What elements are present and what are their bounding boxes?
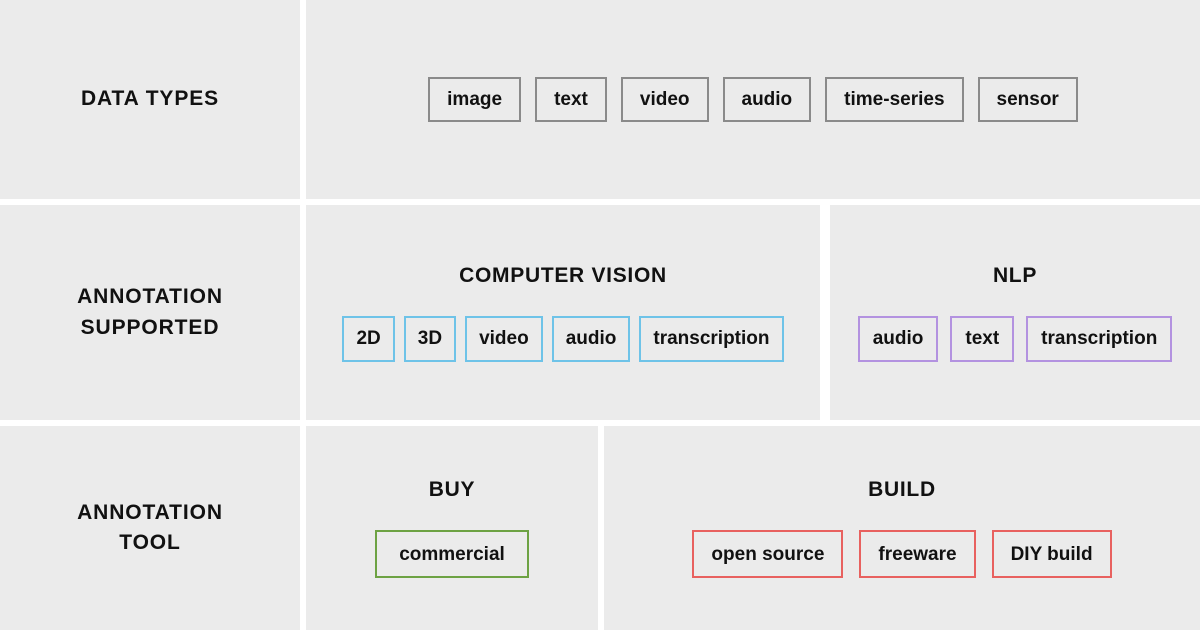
chip-image[interactable]: image — [428, 77, 522, 122]
panel-computer-vision: COMPUTER VISION 2D 3D video audio transc… — [306, 205, 820, 420]
chip-transcription[interactable]: transcription — [639, 315, 784, 362]
chip-list-buy: commercial — [375, 530, 529, 578]
row-annotation-tool: ANNOTATION TOOL BUY commercial BUILD ope… — [0, 426, 1200, 630]
row-label-line-2: TOOL — [119, 531, 181, 554]
capability-matrix: DATA TYPES image text video audio time-s… — [0, 0, 1200, 630]
panel-title-buy: BUY — [428, 478, 476, 501]
row-label-line-1: ANNOTATION — [77, 285, 223, 309]
panel-nlp: NLP audio text transcription — [830, 205, 1200, 420]
chip-list-computer-vision: 2D 3D video audio transcription — [342, 315, 784, 362]
chip-audio[interactable]: audio — [857, 315, 939, 362]
chip-list-nlp: audio text transcription — [857, 315, 1173, 362]
chip-time-series[interactable]: time-series — [825, 77, 964, 122]
panel-buy: BUY commercial — [306, 426, 598, 630]
chip-open-source[interactable]: open source — [692, 530, 844, 578]
chip-video[interactable]: video — [465, 315, 543, 362]
chip-audio[interactable]: audio — [722, 77, 812, 122]
chip-diy-build[interactable]: DIY build — [991, 530, 1112, 578]
row-label-data-types: DATA TYPES — [0, 0, 300, 199]
row-label-annotation-supported: ANNOTATION SUPPORTED — [0, 205, 300, 420]
chip-list-build: open source freeware DIY build — [692, 530, 1112, 578]
chip-2d[interactable]: 2D — [342, 315, 395, 362]
panel-build: BUILD open source freeware DIY build — [604, 426, 1200, 630]
row-label-annotation-tool-text: ANNOTATION TOOL — [77, 498, 223, 559]
panel-title-build: BUILD — [868, 478, 936, 501]
panel-title-computer-vision: COMPUTER VISION — [459, 263, 667, 287]
chip-text[interactable]: text — [950, 315, 1015, 362]
chip-sensor[interactable]: sensor — [977, 77, 1078, 122]
row-label-annotation-supported-text: ANNOTATION SUPPORTED — [77, 282, 223, 343]
panel-title-nlp: NLP — [992, 263, 1038, 287]
row-data-types: DATA TYPES image text video audio time-s… — [0, 0, 1200, 199]
chip-3d[interactable]: 3D — [403, 315, 457, 362]
chip-commercial[interactable]: commercial — [375, 530, 529, 578]
chip-transcription[interactable]: transcription — [1026, 315, 1173, 362]
row-label-annotation-tool: ANNOTATION TOOL — [0, 426, 300, 630]
column-divider — [820, 205, 830, 420]
row-label-data-types-text: DATA TYPES — [80, 87, 220, 111]
row-label-line-2: SUPPORTED — [80, 315, 220, 339]
chip-freeware[interactable]: freeware — [859, 530, 976, 578]
chip-list-data-types: image text video audio time-series senso… — [428, 77, 1078, 122]
panel-data-types: image text video audio time-series senso… — [306, 0, 1200, 199]
row-annotation-supported: ANNOTATION SUPPORTED COMPUTER VISION 2D … — [0, 205, 1200, 420]
chip-text[interactable]: text — [535, 77, 607, 122]
chip-video[interactable]: video — [620, 77, 709, 122]
chip-audio[interactable]: audio — [551, 315, 631, 362]
row-label-line-1: ANNOTATION — [77, 500, 223, 524]
